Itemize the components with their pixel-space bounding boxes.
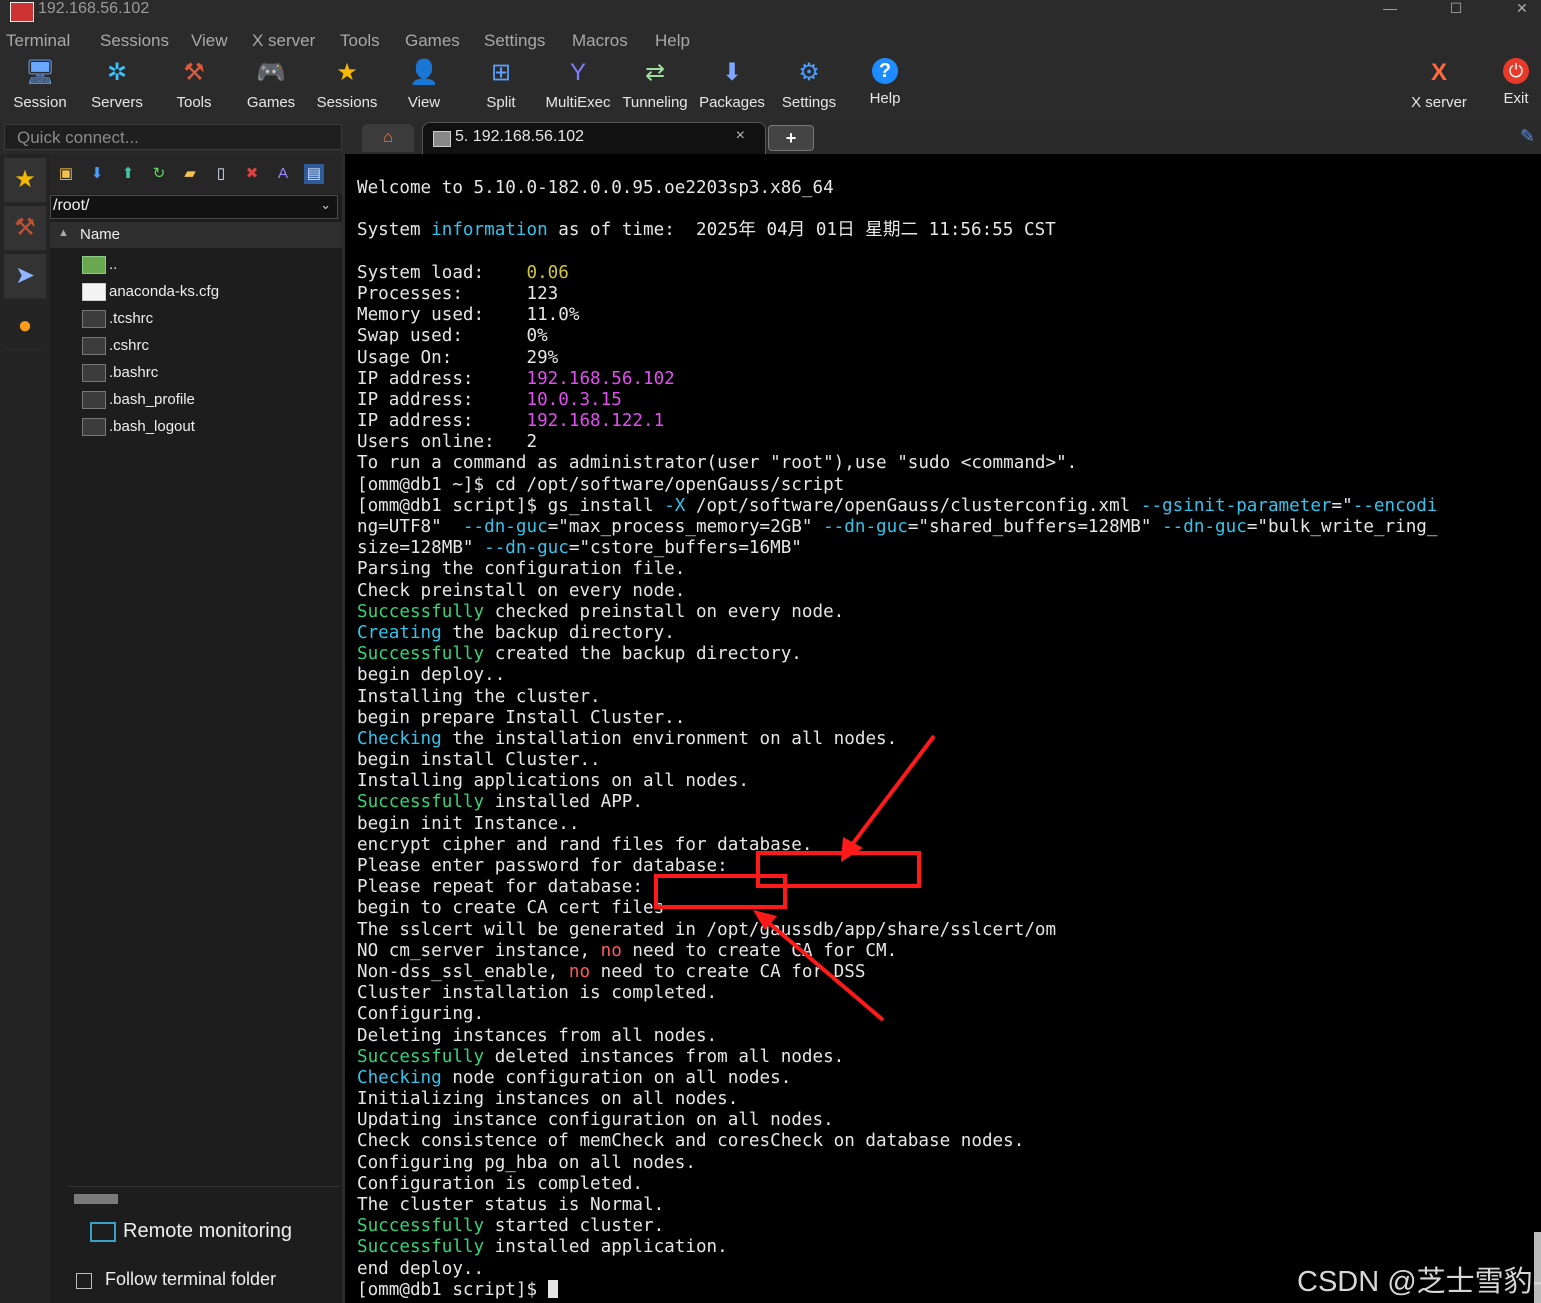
menu-terminal[interactable]: Terminal [6,31,70,51]
file-row[interactable]: .bashrc [82,362,332,386]
gamepad-icon: 🎮 [256,59,286,86]
menu-help[interactable]: Help [655,31,690,51]
maximize-button[interactable]: ☐ [1436,0,1476,18]
script-file-icon [82,418,106,436]
file-row[interactable]: .bash_profile [82,389,332,413]
paperclip-icon[interactable]: ✎ [1520,126,1535,147]
help-button[interactable]: ? Help [847,58,923,107]
delete-icon[interactable]: ✖ [242,164,262,184]
session-button[interactable]: 🖥 Session [2,58,78,111]
split-icon: ⊞ [490,59,512,86]
monitoring-icon [90,1222,116,1242]
menu-sessions[interactable]: Sessions [100,31,169,51]
servers-button[interactable]: ✲ Servers [79,58,155,111]
menu-games[interactable]: Games [405,31,460,51]
tools-side-icon[interactable]: ⚒ [4,206,46,251]
home-icon: ⌂ [383,129,393,146]
view-button[interactable]: 👤 View [386,58,462,111]
repeat-password-highlight-box [654,874,787,909]
chevron-down-icon[interactable]: ⌄ [320,197,331,213]
menu-x-server[interactable]: X server [252,31,315,51]
send-icon[interactable]: ➤ [4,254,46,299]
view-toggle-icon[interactable]: ▤ [304,164,324,184]
sidebar-scrollbar[interactable] [74,1194,118,1204]
session-tab[interactable]: 5. 192.168.56.102 × [422,122,766,155]
tabs-bar: Quick connect... ⌂ 5. 192.168.56.102 × +… [0,122,1541,156]
config-file-icon [82,283,106,301]
script-file-icon [82,310,106,328]
mobaxterm-app-icon [10,2,34,22]
menu-tools[interactable]: Tools [340,31,380,51]
exit-button[interactable]: ⏻ Exit [1478,58,1541,107]
help-icon: ? [872,58,898,84]
power-icon: ⏻ [1503,58,1529,84]
sessions-button[interactable]: ★ Sessions [309,58,385,111]
sftp-toolbar: ▣ ⬇ ⬆ ↻ ▰ ▯ ✖ A ▤ [50,154,342,194]
window-title: 192.168.56.102 [38,0,150,17]
quick-connect-input[interactable]: Quick connect... [4,124,342,150]
file-row[interactable]: .tcshrc [82,308,332,332]
annotation-overlay [753,734,936,1022]
star-icon: ★ [336,59,358,86]
parent-dir-icon [82,256,106,274]
name-column-header[interactable]: ▲ Name [50,222,342,248]
menu-view[interactable]: View [191,31,228,51]
file-row[interactable]: .bash_logout [82,416,332,440]
refresh-icon[interactable]: ↻ [149,164,169,184]
sessions-star-icon[interactable]: ★ [4,158,46,203]
script-file-icon [82,364,106,382]
file-row-parent[interactable]: .. [82,254,332,278]
file-row[interactable]: anaconda-ks.cfg [82,281,332,305]
script-file-icon [82,337,106,355]
sftp-sidebar: ▣ ⬇ ⬆ ↻ ▰ ▯ ✖ A ▤ /root/ ⌄ ▲ Name .. ana… [50,154,342,1303]
packages-icon: ⬇ [721,59,743,86]
home-tab[interactable]: ⌂ [362,124,414,152]
file-row[interactable]: .cshrc [82,335,332,359]
menu-macros[interactable]: Macros [572,31,628,51]
new-file-icon[interactable]: ▯ [211,164,231,184]
left-side-strip: ★ ⚒ ➤ ● [0,154,51,1303]
games-button[interactable]: 🎮 Games [233,58,309,111]
menu-settings[interactable]: Settings [484,31,545,51]
tools-icon: ⚒ [183,59,205,86]
minimize-button[interactable]: — [1370,0,1410,18]
sort-asc-icon: ▲ [58,227,69,239]
new-tab-button[interactable]: + [768,125,814,151]
sidebar-divider [68,1186,340,1187]
multiexec-icon: Y [569,59,586,86]
terminal-tab-icon [433,131,451,147]
watermark: CSDN @芝士雪豹- [1297,1266,1541,1298]
monitor-icon: 🖥 [25,59,56,86]
tunneling-button[interactable]: ⇄ Tunneling [617,58,693,111]
split-button[interactable]: ⊞ Split [463,58,539,111]
settings-button[interactable]: ⚙ Settings [771,58,847,111]
path-field[interactable]: /root/ ⌄ [50,195,338,219]
close-tab-icon[interactable]: × [736,127,745,145]
checkbox[interactable] [76,1273,92,1289]
title-bar: 192.168.56.102 — ☐ ✕ [0,0,1541,28]
view-icon: 👤 [409,59,439,86]
x-server-button[interactable]: X X server [1401,58,1477,111]
red-arrow-2-icon [761,916,885,1022]
terminal-pane[interactable]: Welcome to 5.10.0-182.0.0.95.oe2203sp3.x… [345,154,1541,1303]
sftp-icon[interactable]: ● [4,304,46,349]
upload-icon[interactable]: ⬆ [118,164,138,184]
gear-icon: ⚙ [798,59,820,86]
download-icon[interactable]: ⬇ [87,164,107,184]
red-arrow-1-icon [846,734,936,852]
tools-button[interactable]: ⚒ Tools [156,58,232,111]
close-window-button[interactable]: ✕ [1502,0,1541,18]
multiexec-button[interactable]: Y MultiExec [540,58,616,111]
menu-bar: Terminal Sessions View X server Tools Ga… [0,28,1541,54]
new-folder-icon[interactable]: ▰ [180,164,200,184]
main-toolbar: 🖥 Session ✲ Servers ⚒ Tools 🎮 Games ★ Se… [0,54,1541,122]
parent-folder-icon[interactable]: ▣ [56,164,76,184]
script-file-icon [82,391,106,409]
servers-icon: ✲ [106,59,128,86]
rename-icon[interactable]: A [273,164,293,184]
x-server-icon: X [1430,59,1447,86]
tunneling-icon: ⇄ [644,59,666,86]
packages-button[interactable]: ⬇ Packages [694,58,770,111]
